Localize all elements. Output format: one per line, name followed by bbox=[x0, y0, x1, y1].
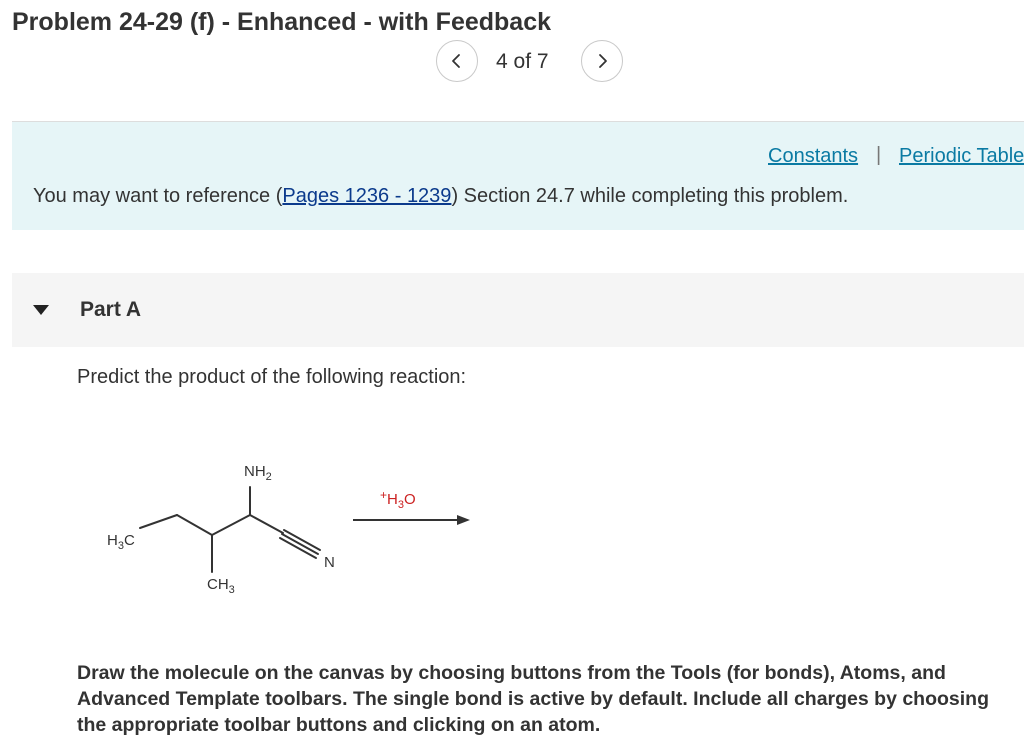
reagent-label: +H3O bbox=[380, 488, 416, 511]
reference-suffix: ) Section 24.7 while completing this pro… bbox=[451, 185, 849, 207]
caret-down-icon[interactable] bbox=[33, 305, 49, 315]
arrow-head-icon bbox=[457, 515, 470, 525]
question-text: Predict the product of the following rea… bbox=[77, 366, 467, 388]
part-a-header[interactable] bbox=[12, 273, 1024, 347]
reference-prefix: You may want to reference ( bbox=[33, 185, 283, 207]
next-problem-button[interactable] bbox=[581, 40, 623, 82]
methyl-group-label: H3C bbox=[107, 532, 135, 552]
chevron-right-icon bbox=[599, 54, 607, 68]
amino-group-label: NH2 bbox=[244, 463, 272, 483]
reference-info-panel bbox=[12, 122, 1024, 230]
previous-problem-button[interactable] bbox=[436, 40, 478, 82]
reference-text: You may want to reference (Pages 1236 - … bbox=[33, 185, 848, 208]
link-separator: | bbox=[876, 144, 882, 166]
reaction-arrow: +H3O bbox=[353, 488, 470, 525]
constants-link[interactable]: Constants bbox=[768, 145, 858, 168]
triple-bond-line bbox=[279, 537, 317, 559]
bond-line bbox=[211, 514, 251, 536]
drawing-instructions: Draw the molecule on the canvas by choos… bbox=[77, 662, 990, 736]
bond-line bbox=[249, 514, 284, 534]
nitrogen-label: N bbox=[324, 554, 335, 571]
problem-title: Problem 24-29 (f) - Enhanced - with Feed… bbox=[12, 8, 552, 36]
triple-bond-line bbox=[283, 529, 321, 551]
triple-bond-line bbox=[281, 533, 319, 555]
periodic-table-link[interactable]: Periodic Table bbox=[899, 145, 1024, 168]
chevron-left-icon bbox=[452, 54, 460, 68]
pages-reference-link[interactable]: Pages 1236 - 1239 bbox=[282, 185, 451, 207]
reactant-structure: NH2 H3C CH3 N bbox=[107, 463, 335, 596]
part-label[interactable]: Part A bbox=[80, 298, 141, 322]
bond-line bbox=[139, 514, 178, 529]
page-indicator: 4 of 7 bbox=[496, 50, 549, 73]
bond-line bbox=[176, 514, 213, 536]
methyl-group-label: CH3 bbox=[207, 576, 235, 596]
